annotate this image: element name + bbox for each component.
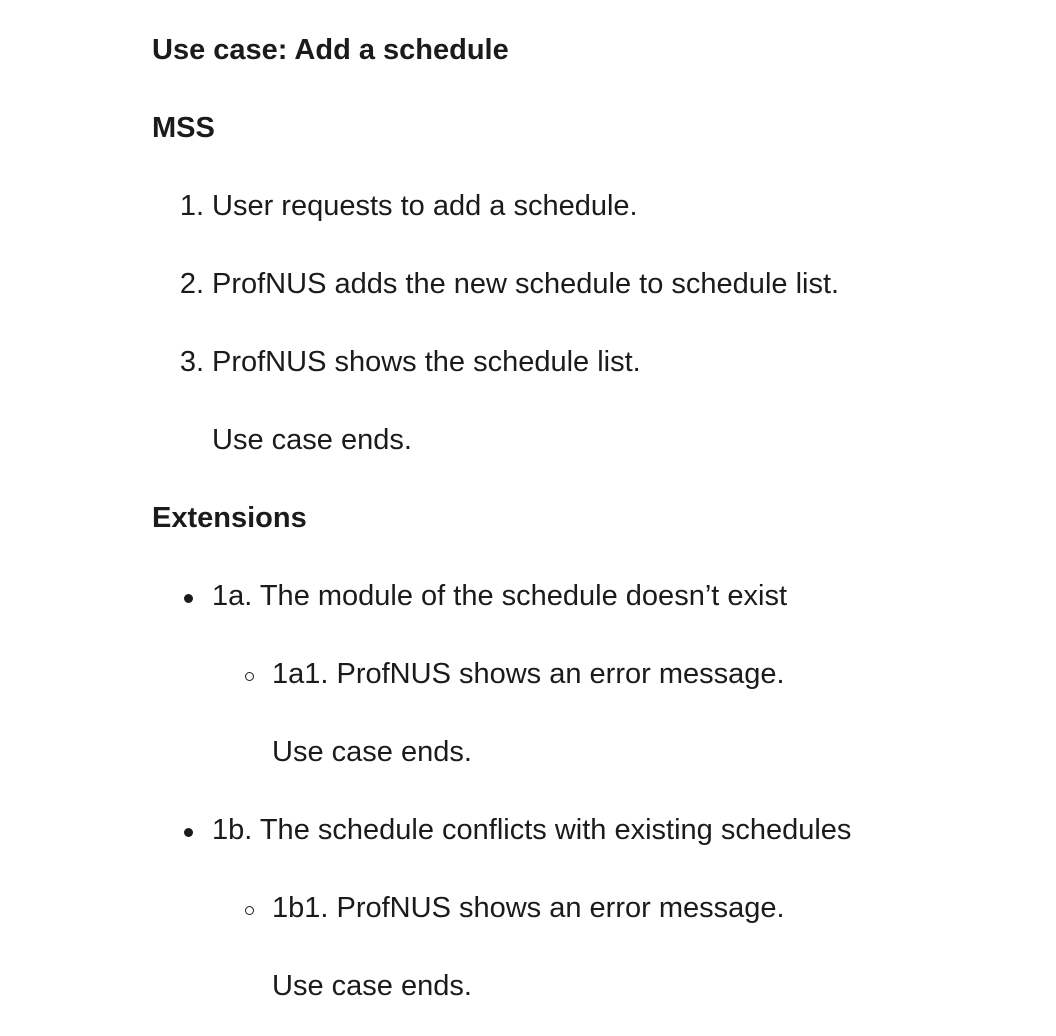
mss-step-text: User requests to add a schedule. — [212, 190, 638, 222]
use-case-document: Use case: Add a schedule MSS 1. User req… — [0, 0, 1056, 1036]
mss-step-number: 1. — [179, 190, 204, 222]
mss-step-text: ProfNUS adds the new schedule to schedul… — [212, 268, 840, 300]
extension-sub-ending: Use case ends. — [272, 970, 472, 1002]
extension-sub-text: 1a1. ProfNUS shows an error message. — [272, 658, 785, 690]
circle-bullet-icon — [245, 672, 254, 681]
disc-bullet-icon — [184, 828, 193, 837]
extension-text: 1a. The module of the schedule doesn’t e… — [212, 580, 788, 612]
mss-step-number: 3. — [179, 346, 204, 378]
mss-ending-text: Use case ends. — [212, 424, 412, 456]
mss-heading: MSS — [152, 112, 215, 144]
extensions-heading: Extensions — [152, 502, 307, 534]
extension-text: 1b. The schedule conflicts with existing… — [212, 814, 852, 846]
extension-sub-text: 1b1. ProfNUS shows an error message. — [272, 892, 785, 924]
use-case-title: Use case: Add a schedule — [152, 34, 509, 66]
mss-step-text: ProfNUS shows the schedule list. — [212, 346, 641, 378]
extension-sub-ending: Use case ends. — [272, 736, 472, 768]
circle-bullet-icon — [245, 906, 254, 915]
disc-bullet-icon — [184, 594, 193, 603]
mss-step-number: 2. — [179, 268, 204, 300]
